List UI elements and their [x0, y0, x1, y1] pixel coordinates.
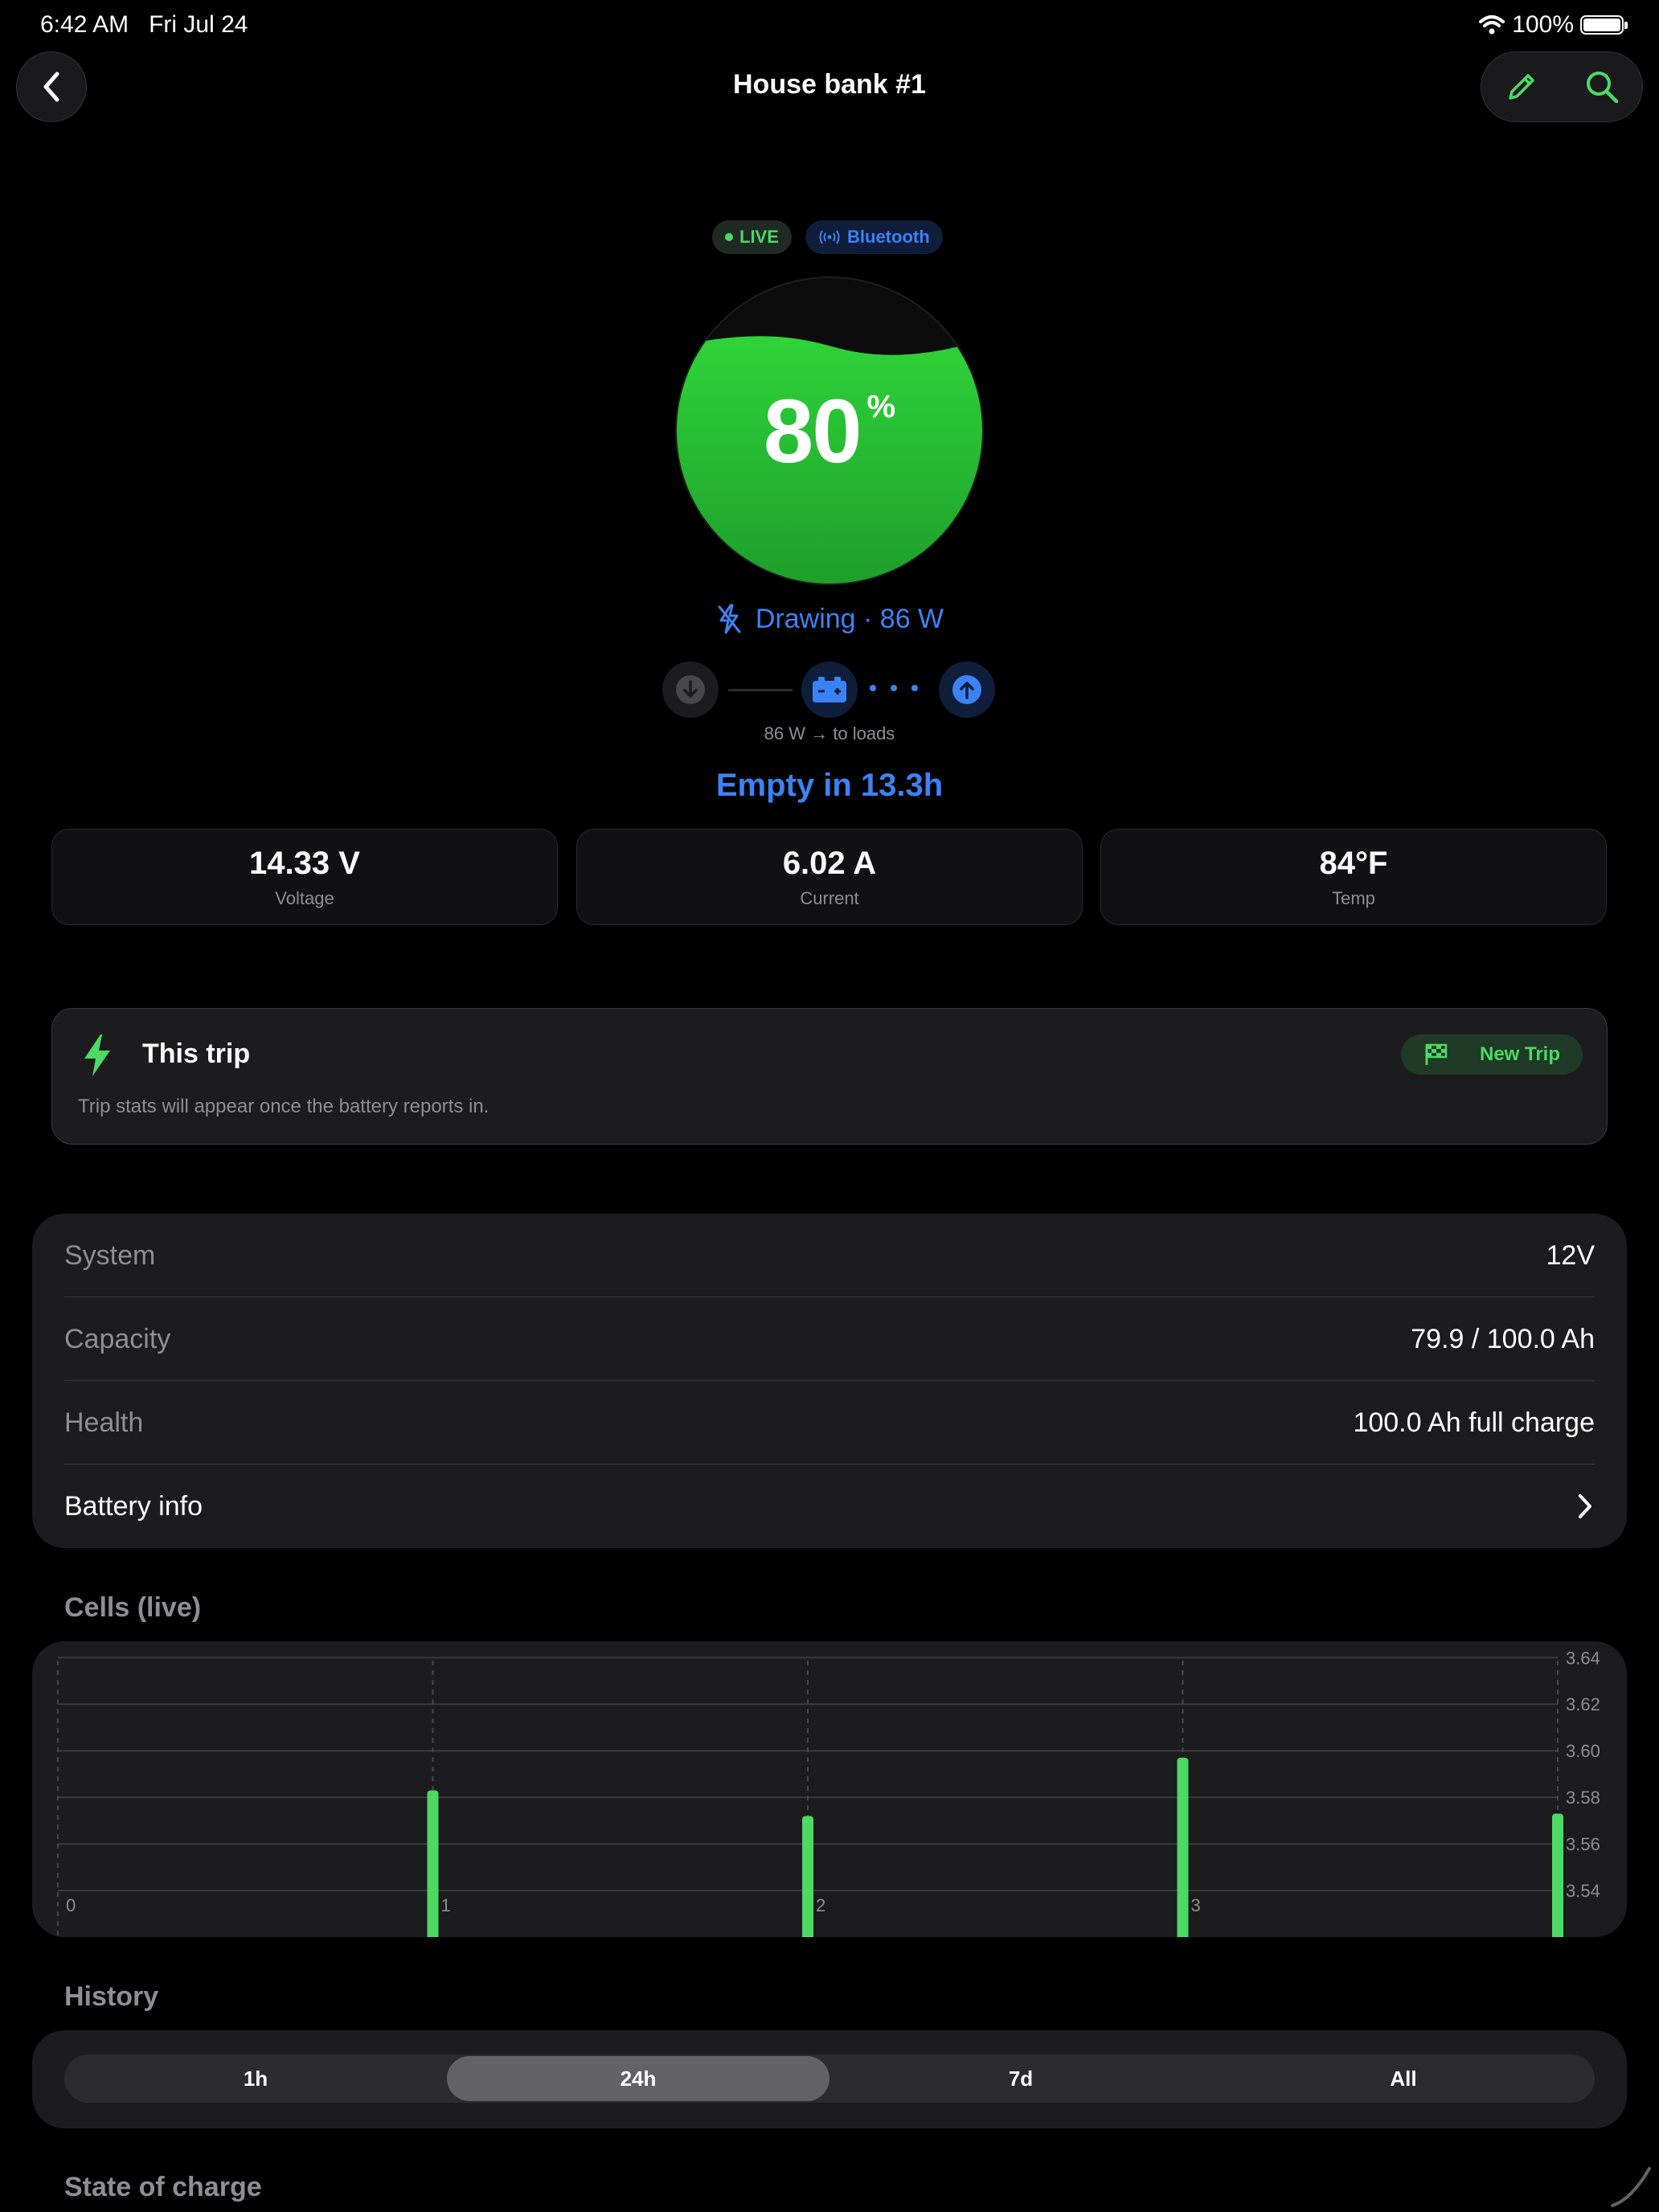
bluetooth-signal-icon [819, 230, 840, 244]
scroll-indicator-icon [1611, 2167, 1651, 2207]
charge-percentage: 80 % [763, 380, 896, 481]
info-row-system: System 12V [64, 1214, 1595, 1297]
wifi-icon [1479, 15, 1505, 35]
arrow-down-circle-icon [676, 675, 705, 704]
drawing-status: Drawing · 86 W [0, 603, 1659, 635]
battery-node [801, 662, 858, 718]
y-tick-label: 3.62 [1566, 1694, 1600, 1714]
cell-bar-4 [1552, 1813, 1563, 1937]
info-label: Health [64, 1407, 144, 1438]
info-value: 79.9 / 100.0 Ah [1411, 1323, 1595, 1354]
trip-subtitle: Trip stats will appear once the battery … [78, 1096, 490, 1117]
load-output-node [939, 662, 995, 718]
trip-card: This trip New Trip Trip stats will appea… [51, 1008, 1608, 1145]
flow-caption: 86 W → to loads [764, 723, 895, 743]
battery-info-label: Battery info [64, 1490, 203, 1522]
x-tick-label: 1 [441, 1895, 451, 1915]
flow-line-in [728, 689, 793, 691]
battery-info-link[interactable]: Battery info [64, 1464, 1595, 1548]
live-badge: LIVE [712, 220, 792, 254]
info-row-health: Health 100.0 Ah full charge [64, 1381, 1595, 1464]
y-tick-label: 3.56 [1566, 1834, 1600, 1854]
range-all[interactable]: All [1212, 2056, 1595, 2101]
battery-info-card: System 12V Capacity 79.9 / 100.0 Ah Heal… [32, 1214, 1627, 1548]
header-actions [1481, 51, 1643, 122]
cells-chart: 3.54 3.56 3.58 3.60 3.62 3.64 0 1 2 3 [32, 1641, 1627, 1937]
history-heading: History [64, 1981, 159, 2012]
stat-value: 14.33 V [249, 846, 360, 881]
search-icon[interactable] [1583, 68, 1620, 105]
cells-heading: Cells (live) [64, 1592, 202, 1623]
cells-bar-chart: 3.54 3.56 3.58 3.60 3.62 3.64 0 1 2 3 [57, 1648, 1600, 1937]
chevron-right-icon [1579, 1494, 1591, 1518]
bolt-slash-icon [718, 604, 741, 634]
info-label: System [64, 1239, 156, 1271]
charge-input-node [662, 662, 719, 718]
range-24h[interactable]: 24h [447, 2056, 830, 2101]
x-tick-label: 0 [66, 1895, 76, 1915]
x-tick-label: 3 [1191, 1895, 1201, 1915]
cell-bar-1 [427, 1790, 439, 1937]
x-tick-label: 2 [816, 1895, 825, 1915]
y-tick-label: 3.58 [1566, 1788, 1600, 1808]
stat-label: Current [800, 888, 859, 908]
bluetooth-badge: Bluetooth [805, 220, 943, 254]
info-value: 12V [1546, 1239, 1596, 1271]
range-7d[interactable]: 7d [830, 2056, 1212, 2101]
info-value: 100.0 Ah full charge [1353, 1407, 1595, 1438]
cell-bar-3 [1177, 1757, 1189, 1937]
state-of-charge-heading: State of charge [64, 2172, 262, 2202]
cell-bar-2 [802, 1816, 813, 1937]
new-trip-button[interactable]: New Trip [1401, 1034, 1583, 1075]
time-to-empty: Empty in 13.3h [715, 768, 944, 803]
info-label: Capacity [64, 1323, 171, 1354]
car-battery-icon [813, 677, 846, 703]
y-tick-label: 3.54 [1566, 1881, 1600, 1901]
stat-label: Voltage [275, 888, 334, 908]
checkered-flag-icon [1425, 1043, 1448, 1065]
bolt-icon [84, 1034, 110, 1076]
status-bar-time: 6:42 AM Fri Jul 24 [40, 11, 248, 38]
info-row-capacity: Capacity 79.9 / 100.0 Ah [64, 1297, 1595, 1381]
stat-value: 6.02 A [782, 846, 877, 881]
stat-card-temp: 84°F Temp [1100, 829, 1607, 925]
trip-title: This trip [142, 1038, 251, 1069]
stat-value: 84°F [1319, 846, 1388, 881]
flow-dots-out [870, 685, 918, 691]
stat-label: Temp [1332, 888, 1375, 908]
stat-card-voltage: 14.33 V Voltage [51, 829, 558, 925]
y-tick-label: 3.64 [1566, 1648, 1600, 1668]
battery-percent: 100% [1512, 11, 1574, 38]
history-range-selector: 1h 24h 7d All [64, 2054, 1595, 2103]
status-bar-right: 100% [1478, 11, 1628, 39]
edit-pencil-icon[interactable] [1504, 69, 1539, 104]
range-1h[interactable]: 1h [64, 2056, 447, 2101]
y-tick-label: 3.60 [1566, 1741, 1600, 1761]
history-card: 1h 24h 7d All [32, 2030, 1627, 2128]
battery-status-icon [1580, 15, 1628, 35]
live-dot-icon [725, 233, 733, 241]
arrow-up-circle-icon [952, 675, 981, 704]
stat-card-current: 6.02 A Current [576, 829, 1083, 925]
page-title: House bank #1 [733, 69, 926, 100]
